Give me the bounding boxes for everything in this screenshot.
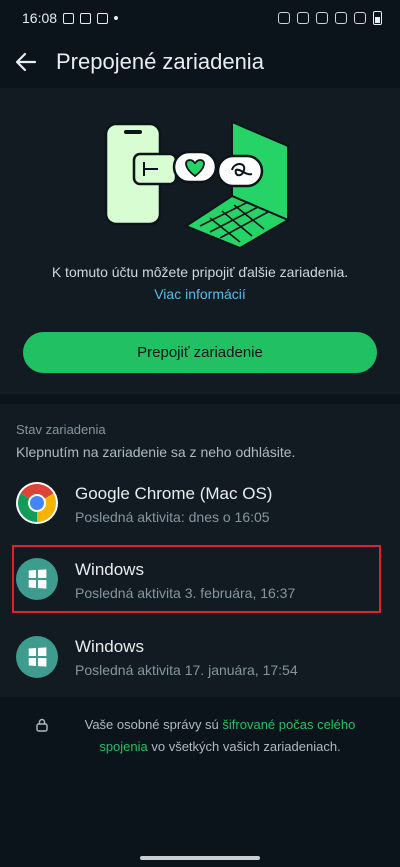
device-name: Google Chrome (Mac OS) <box>75 484 273 503</box>
mute-icon <box>297 12 309 24</box>
description-text: K tomuto účtu môžete pripojiť ďalšie zar… <box>51 264 349 280</box>
clock: 16:08 <box>22 10 58 26</box>
chrome-icon <box>16 482 58 524</box>
alarm-icon <box>278 12 290 24</box>
linked-devices-illustration <box>104 120 291 248</box>
page-title: Prepojené zariadenia <box>56 49 264 74</box>
device-item[interactable]: Google Chrome (Mac OS) Posledná aktivita… <box>0 470 400 540</box>
whatsapp-notification-icon <box>97 12 109 24</box>
link-device-button[interactable]: Prepojiť zariadenie <box>23 332 377 373</box>
status-bar: 16:08 <box>0 0 400 36</box>
device-name: Windows <box>75 637 144 656</box>
windows-icon <box>16 636 58 678</box>
section-hint: Klepnutím na zariadenie sa z neho odhlás… <box>16 444 296 460</box>
status-right <box>278 11 382 25</box>
image-icon <box>80 12 92 24</box>
link-device-button-label: Prepojiť zariadenie <box>137 344 263 361</box>
section-title: Stav zariadenia <box>16 422 106 437</box>
encryption-note: Vaše osobné správy sú šifrované počas ce… <box>60 714 380 758</box>
footer-text-end: vo všetkých vašich zariadeniach. <box>147 739 341 754</box>
hotspot-icon <box>316 12 328 24</box>
more-info-link[interactable]: Viac informácií <box>0 286 400 302</box>
device-activity: Posledná aktivita: dnes o 16:05 <box>75 509 270 525</box>
battery-icon <box>373 11 382 25</box>
signal-icon <box>335 12 347 24</box>
device-item[interactable]: Windows Posledná aktivita 17. januára, 1… <box>0 624 400 694</box>
more-notifications-icon <box>114 16 119 20</box>
gallery-icon <box>63 12 75 24</box>
link-device-panel: K tomuto účtu môžete pripojiť ďalšie zar… <box>0 88 400 394</box>
footer-text-start: Vaše osobné správy sú <box>84 717 223 732</box>
signal-bars-icon <box>354 12 366 24</box>
app-bar: Prepojené zariadenia <box>0 36 400 88</box>
gesture-bar[interactable] <box>140 856 260 860</box>
selection-highlight <box>12 545 381 613</box>
device-activity: Posledná aktivita 17. januára, 17:54 <box>75 662 298 678</box>
back-button[interactable] <box>2 38 50 86</box>
lock-icon <box>36 718 48 732</box>
status-left: 16:08 <box>22 10 119 26</box>
arrow-left-icon <box>15 52 37 72</box>
